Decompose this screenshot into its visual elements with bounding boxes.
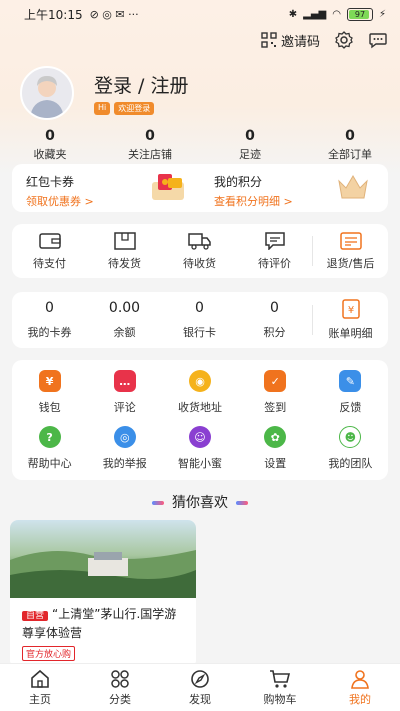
bottom-tab-bar: 主页 分类 发现 购物车 我的	[0, 663, 400, 711]
service-settings[interactable]: ✿ 设置	[238, 426, 313, 472]
compass-icon	[191, 669, 209, 688]
assets-card: 0 我的卡券 0.00 余额 0 银行卡 0 积分 ¥ 账单明细	[12, 292, 388, 348]
tab-discover[interactable]: 发现	[160, 664, 240, 711]
status-bar: 上午10:15 ⊘ ◎ ✉ ··· ✱ ▂▄▆ ◠ 97 ⚡	[0, 0, 400, 28]
order-refund-aftersale[interactable]: 退货/售后	[313, 231, 388, 271]
cart-icon	[270, 669, 291, 688]
invite-code-button[interactable]: 邀请码	[261, 31, 320, 50]
product-title: 自营 “上清堂”茅山行.国学游 尊享体验营	[22, 607, 177, 640]
battery-icon: 97	[346, 7, 373, 21]
wifi-icon: ◠	[332, 8, 341, 20]
order-pending-payment[interactable]: 待支付	[12, 232, 87, 271]
product-image	[10, 520, 196, 598]
official-badge: 官方放心购	[22, 646, 76, 661]
service-feedback[interactable]: ✎ 反馈	[313, 370, 388, 416]
bill-details[interactable]: ¥ 账单明细	[313, 299, 388, 341]
team-icon: ☻	[339, 426, 362, 448]
target-icon: ◎	[113, 426, 136, 448]
points-entry[interactable]: 我的积分 查看积分明细 >	[200, 164, 388, 212]
self-operated-badge: 自营	[22, 611, 49, 621]
calendar-icon: ✓	[264, 370, 287, 392]
asset-bank-card[interactable]: 0 银行卡	[162, 300, 237, 340]
decor-bar-right	[236, 501, 248, 505]
service-wallet[interactable]: ¥ 钱包	[12, 370, 87, 416]
message-icon[interactable]	[368, 30, 388, 50]
status-time: 上午10:15	[24, 7, 83, 22]
comment-icon	[264, 231, 285, 250]
service-my-reports[interactable]: ◎ 我的举报	[87, 426, 162, 472]
order-pending-shipment[interactable]: 待发货	[87, 231, 162, 271]
service-checkin[interactable]: ✓ 签到	[238, 370, 313, 416]
bill-icon: ¥	[341, 299, 360, 319]
tab-mine[interactable]: 我的	[320, 664, 400, 711]
notification-icons: ⊘ ◎ ✉ ···	[89, 7, 139, 21]
services-card: ¥ 钱包 … 评论 ◉ 收货地址 ✓ 签到 ✎ 反馈 ? 帮助中心 ◎ 我的举报 ☺ 智能小蜜 …	[12, 360, 388, 480]
settings-icon[interactable]	[334, 30, 354, 50]
invite-code-label: 邀请码	[280, 34, 320, 50]
wallet-icon	[38, 232, 61, 249]
stats-row: 0 收藏夹 0 关注店铺 0 足迹 0 全部订单	[0, 128, 400, 162]
asset-balance[interactable]: 0.00 余额	[87, 300, 162, 340]
refund-icon	[339, 231, 362, 250]
order-pending-receipt[interactable]: 待收货	[162, 232, 237, 271]
avatar[interactable]	[20, 66, 74, 120]
stat-favorites[interactable]: 0 收藏夹	[0, 128, 100, 162]
signal-icon: ▂▄▆	[303, 8, 327, 20]
feedback-icon: ✎	[339, 370, 362, 392]
orders-card: 待支付 待发货 待收货 待评价 退货/售后	[12, 224, 388, 278]
bluetooth-icon: ✱	[288, 8, 298, 20]
crown-icon	[338, 175, 368, 199]
location-icon: ◉	[189, 370, 211, 392]
settings-icon: ✿	[264, 426, 287, 448]
stat-footprints[interactable]: 0 足迹	[200, 128, 300, 162]
qrcode-icon	[261, 32, 277, 48]
service-address[interactable]: ◉ 收货地址	[162, 370, 237, 416]
charging-icon: ⚡	[378, 8, 386, 20]
assistant-icon: ☺	[189, 426, 211, 448]
tab-home[interactable]: 主页	[0, 664, 80, 711]
svg-text:¥: ¥	[347, 305, 353, 316]
service-smart-assistant[interactable]: ☺ 智能小蜜	[162, 426, 237, 472]
help-icon: ?	[38, 426, 61, 448]
welcome-badge: 欢迎登录	[114, 102, 155, 115]
product-card[interactable]: 自营 “上清堂”茅山行.国学游 尊享体验营 官方放心购	[10, 520, 196, 668]
tab-cart[interactable]: 购物车	[240, 664, 320, 711]
wallet-coupon-entry[interactable]: 红包卡券 领取优惠券 >	[12, 164, 200, 212]
stat-all-orders[interactable]: 0 全部订单	[300, 128, 400, 162]
decor-bar-left	[152, 501, 164, 505]
package-icon	[113, 231, 136, 250]
stat-followed-shops[interactable]: 0 关注店铺	[100, 128, 200, 162]
login-register-link[interactable]: 登录 / 注册	[94, 71, 188, 98]
comment-icon: …	[113, 370, 136, 392]
wallet-icon: ¥	[38, 370, 61, 392]
guess-you-like-header: 猜你喜欢	[0, 492, 400, 512]
user-icon	[351, 669, 369, 689]
order-pending-review[interactable]: 待评价	[237, 231, 312, 271]
profile-section: 登录 / 注册 Hi 欢迎登录	[20, 66, 188, 120]
asset-my-coupons[interactable]: 0 我的卡券	[12, 300, 87, 340]
service-help-center[interactable]: ? 帮助中心	[12, 426, 87, 472]
truck-icon	[187, 232, 211, 250]
asset-points[interactable]: 0 积分	[237, 300, 312, 340]
service-my-team[interactable]: ☻ 我的团队	[313, 426, 388, 472]
hi-badge: Hi	[94, 102, 111, 115]
red-packet-icon	[152, 174, 184, 200]
guess-you-like-title: 猜你喜欢	[172, 495, 228, 511]
top-actions: 邀请码	[261, 30, 388, 50]
home-icon	[31, 669, 49, 688]
tab-category[interactable]: 分类	[80, 664, 160, 711]
category-icon	[111, 669, 129, 688]
promo-card: 红包卡券 领取优惠券 > 我的积分 查看积分明细 >	[12, 164, 388, 212]
service-comments[interactable]: … 评论	[87, 370, 162, 416]
